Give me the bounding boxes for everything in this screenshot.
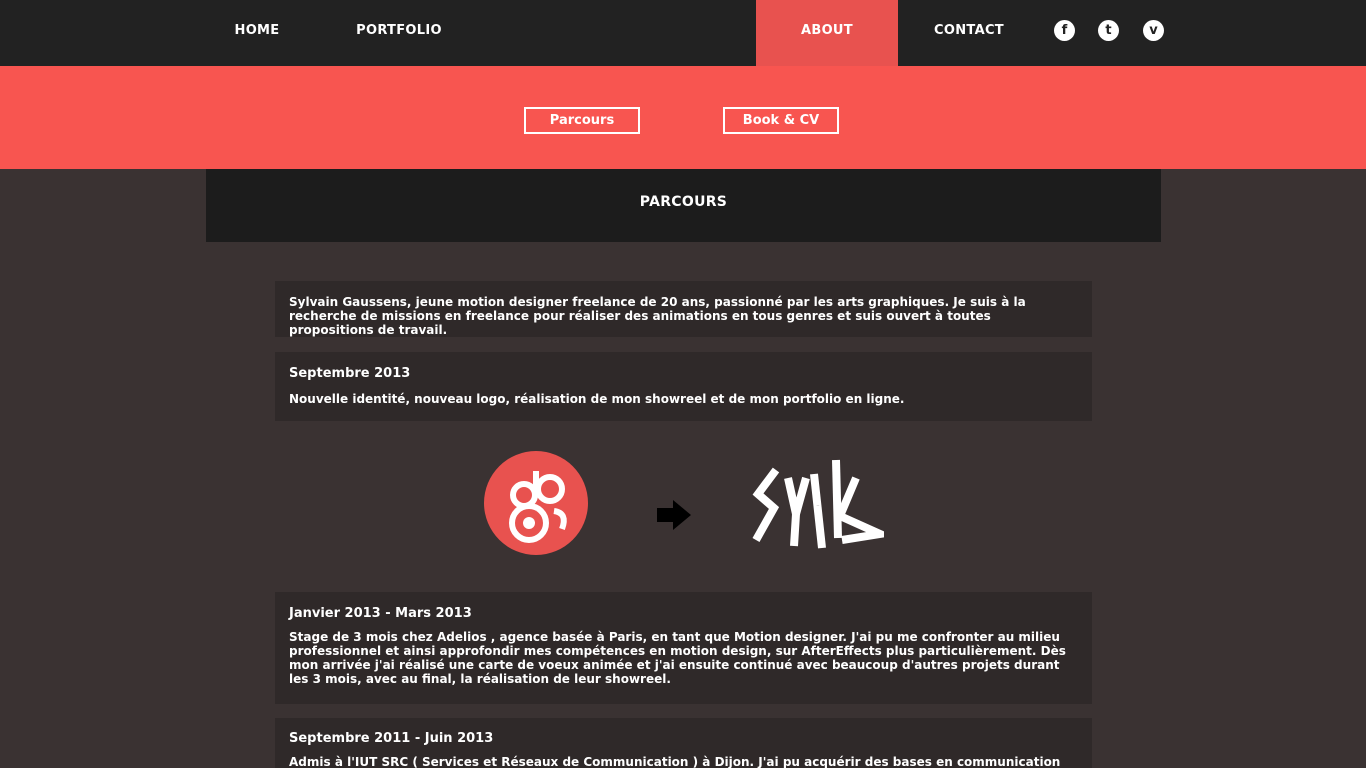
nav-home-link[interactable]: HOME: [222, 0, 292, 66]
sylk-logo-icon: SYLK: [752, 459, 884, 549]
old-logo-icon: gs: [484, 451, 588, 555]
timeline-entry: Septembre 2013 Nouvelle identité, nouvea…: [275, 352, 1092, 421]
entry-text: Admis à l'IUT SRC ( Services et Réseaux …: [289, 755, 1061, 768]
timeline-entry: Janvier 2013 - Mars 2013 Stage de 3 mois…: [275, 592, 1092, 704]
section-title: PARCOURS: [206, 169, 1161, 242]
intro-block: Sylvain Gaussens, jeune motion designer …: [275, 281, 1092, 337]
new-logo-text: SYLK: [817, 505, 820, 507]
nav-contact-link[interactable]: CONTACT: [926, 0, 1012, 66]
intro-text: Sylvain Gaussens, jeune motion designer …: [289, 295, 1026, 337]
entry-date: Septembre 2011 - Juin 2013: [289, 731, 494, 746]
facebook-icon[interactable]: f: [1054, 20, 1075, 41]
entry-text: Stage de 3 mois chez Adelios , agence ba…: [289, 630, 1066, 686]
book-cv-button[interactable]: Book & CV: [723, 107, 839, 134]
nav-portfolio-link[interactable]: PORTFOLIO: [350, 0, 448, 66]
vimeo-icon[interactable]: v: [1143, 20, 1164, 41]
top-navigation: HOME PORTFOLIO ABOUT CONTACT f t v: [0, 0, 1366, 70]
entry-date: Janvier 2013 - Mars 2013: [289, 606, 472, 621]
timeline-entry: Septembre 2011 - Juin 2013 Admis à l'IUT…: [275, 718, 1092, 768]
arrow-right-icon: [657, 500, 691, 530]
entry-date: Septembre 2013: [289, 366, 411, 381]
about-subnav: Parcours Book & CV: [0, 66, 1366, 169]
twitter-icon[interactable]: t: [1098, 20, 1119, 41]
parcours-button[interactable]: Parcours: [524, 107, 640, 134]
nav-about-link[interactable]: ABOUT: [756, 0, 898, 70]
entry-text: Nouvelle identité, nouveau logo, réalisa…: [289, 392, 905, 406]
